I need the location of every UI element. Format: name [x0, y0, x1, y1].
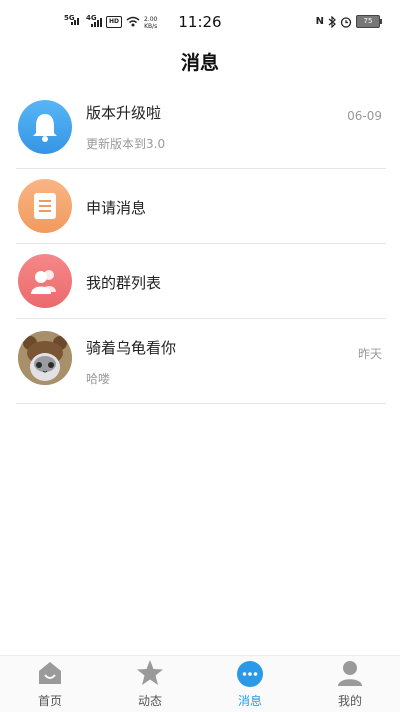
star-icon [137, 660, 163, 685]
status-right-icons: N 75 [315, 15, 382, 28]
battery-level: 75 [363, 17, 373, 25]
signal-5g-icon [71, 18, 79, 25]
bluetooth-icon [328, 15, 336, 28]
message-time: 昨天 [357, 347, 382, 361]
tab-home[interactable]: 首页 [0, 656, 100, 712]
hd-badge: HD [106, 16, 122, 28]
tab-profile[interactable]: 我的 [300, 656, 400, 712]
user-avatar [18, 331, 72, 385]
page-title: 消息 [180, 52, 219, 74]
tab-label: 我的 [337, 694, 362, 708]
home-icon [39, 662, 61, 684]
alarm-icon [340, 16, 352, 28]
message-title: 申请消息 [86, 199, 147, 217]
tab-label: 动态 [137, 694, 162, 708]
message-list: 版本升级啦 更新版本到3.0 06-09 申请消息 我的群列表 骑着乌龟看你 哈… [16, 86, 386, 404]
message-row-version-update[interactable]: 版本升级啦 更新版本到3.0 06-09 [16, 86, 386, 169]
message-row-user-chat[interactable]: 骑着乌龟看你 哈喽 昨天 [16, 319, 386, 404]
tab-moments[interactable]: 动态 [100, 656, 200, 712]
bottom-tab-bar: 首页 动态 消息 我的 [0, 655, 400, 712]
chat-bubble-icon [237, 661, 263, 687]
wifi-icon [126, 16, 140, 27]
message-subtitle: 更新版本到3.0 [86, 137, 166, 151]
notice-icon [18, 179, 72, 233]
message-title: 我的群列表 [86, 274, 162, 292]
group-icon [18, 254, 72, 308]
message-row-group-list[interactable]: 我的群列表 [16, 244, 386, 319]
tab-label: 首页 [37, 694, 62, 708]
status-bar: 5G 4G HD 2.00 KB/s 11:26 N 75 [0, 0, 400, 44]
nfc-icon: N [315, 16, 324, 27]
message-title: 版本升级啦 [86, 104, 162, 122]
tab-label: 消息 [237, 694, 262, 708]
message-subtitle: 哈喽 [86, 372, 111, 386]
signal-4g-icon [91, 18, 102, 27]
message-row-apply[interactable]: 申请消息 [16, 169, 386, 244]
message-time: 06-09 [347, 109, 382, 123]
profile-icon [338, 661, 362, 686]
message-title: 骑着乌龟看你 [86, 339, 177, 357]
status-time: 11:26 [178, 13, 222, 31]
network-speed: 2.00 KB/s [144, 16, 157, 30]
bell-icon [18, 100, 72, 154]
speed-value: 2.00 [144, 16, 158, 23]
battery-icon: 75 [356, 15, 382, 28]
speed-unit: KB/s [144, 23, 158, 30]
tab-messages[interactable]: 消息 [200, 656, 300, 712]
